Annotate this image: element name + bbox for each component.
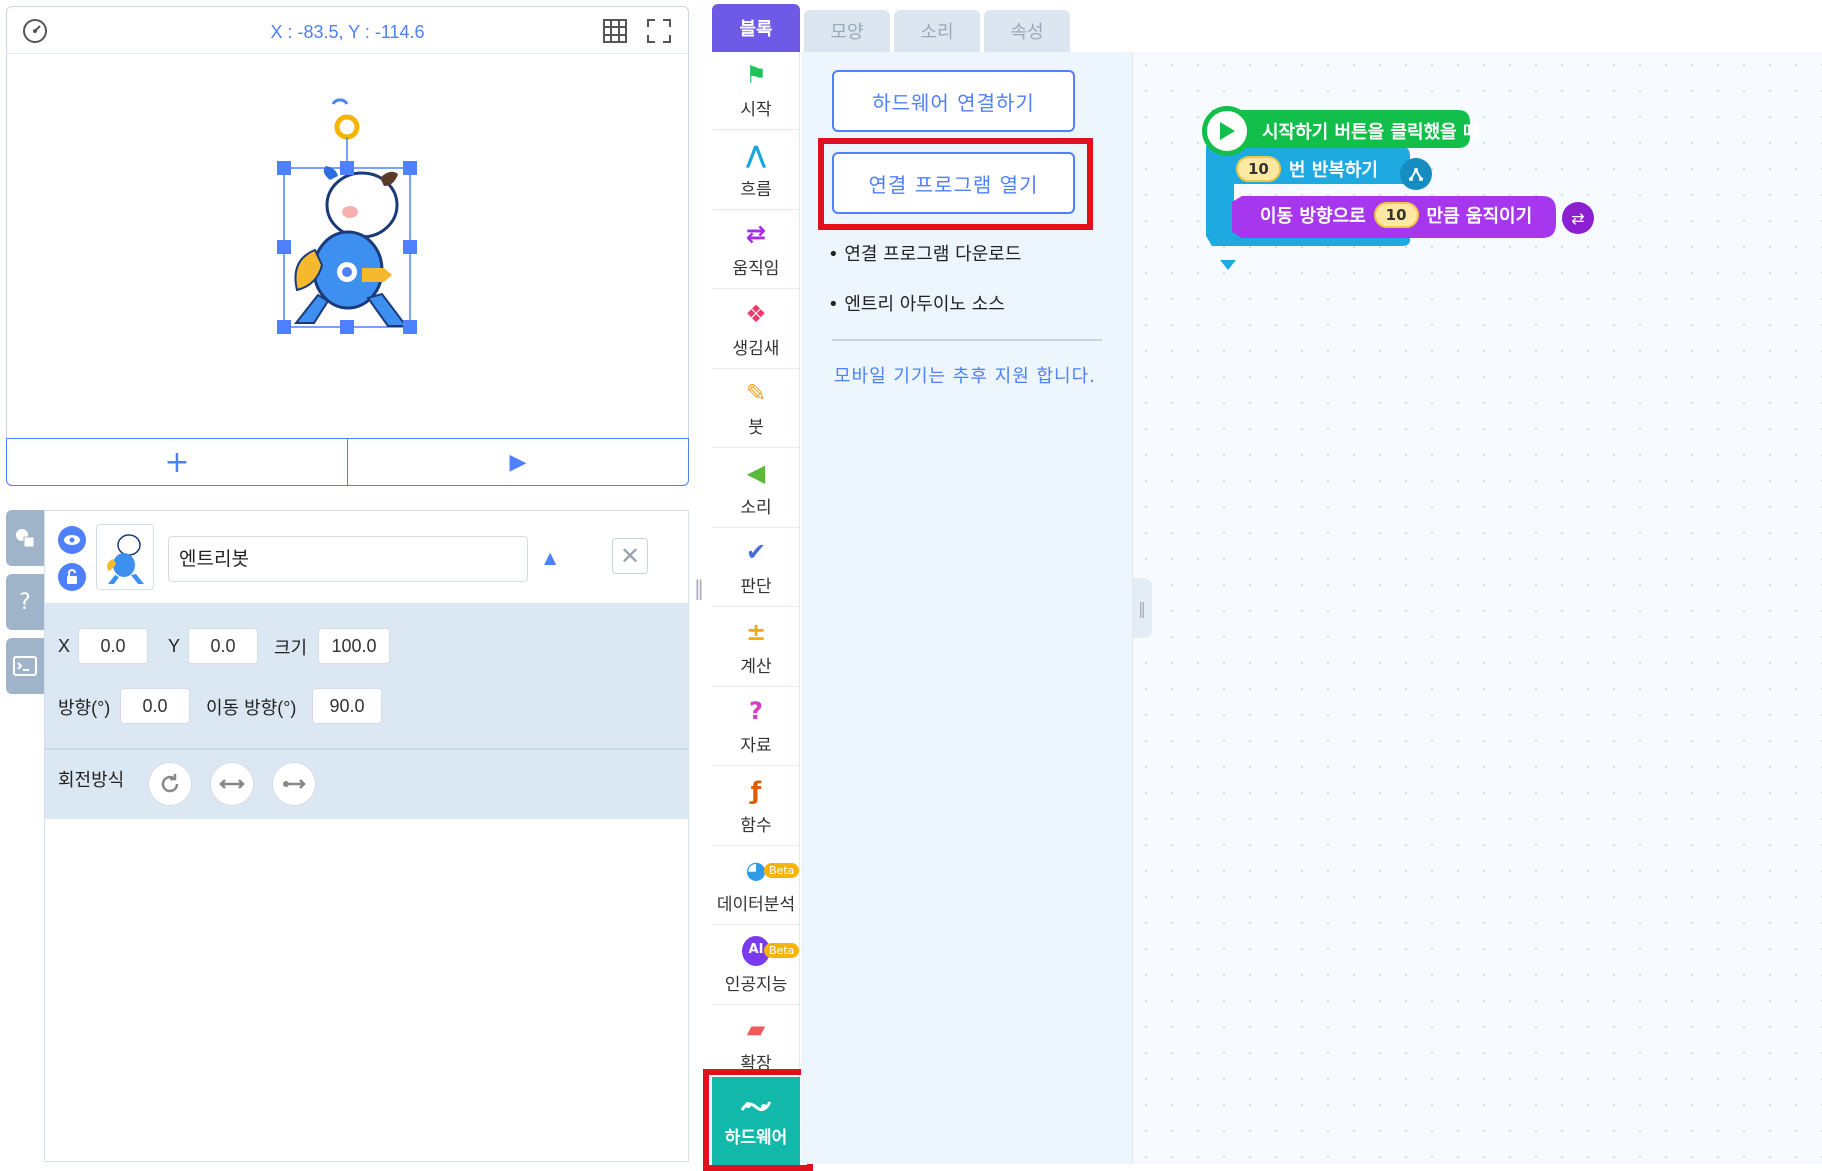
- mouse-coordinates: X : -83.5, Y : -114.6: [270, 22, 425, 42]
- arduino-source-link[interactable]: • 엔트리 아두이노 소스: [828, 290, 1005, 316]
- extension-icon: ▰: [746, 1015, 766, 1043]
- category-label: 함수: [740, 815, 772, 836]
- size-input[interactable]: 100.0: [318, 628, 390, 664]
- move-direction-label: 이동 방향(°): [206, 698, 297, 718]
- stage-button-bar: + ▶: [6, 438, 689, 486]
- help-tab[interactable]: ?: [6, 574, 44, 630]
- flow-icon: [1400, 158, 1432, 190]
- rotation-mode-label: 회전방식: [58, 770, 125, 790]
- category-pie-chart[interactable]: ◕ Beta 데이터분석: [712, 847, 800, 925]
- category-label: 생김새: [732, 338, 780, 359]
- move-block-prefix: 이동 방향으로: [1260, 206, 1366, 227]
- repeat-block[interactable]: 10 번 반복하기: [1236, 156, 1378, 182]
- beta-badge: Beta: [764, 942, 800, 958]
- category-label: 데이터분석: [716, 895, 796, 915]
- sound-icon: ◀: [746, 458, 766, 487]
- delete-object-button[interactable]: ✕: [612, 538, 648, 574]
- tab-properties[interactable]: 속성: [984, 10, 1070, 52]
- move-direction-input[interactable]: 90.0: [312, 688, 382, 724]
- object-thumbnail[interactable]: [96, 524, 154, 590]
- properties-divider: [45, 748, 688, 750]
- when-start-clicked-block[interactable]: 시작하기 버튼을 클릭했을 때: [1262, 118, 1480, 144]
- category-flag[interactable]: ⚑ 시작: [712, 52, 800, 130]
- repeat-count-input[interactable]: 10: [1236, 156, 1281, 182]
- x-label: X: [58, 636, 71, 656]
- category-label: 붓: [748, 418, 764, 438]
- category-ai[interactable]: AI Beta 인공지능: [712, 927, 800, 1005]
- size-label: 크기: [274, 638, 308, 658]
- move-icon: ⇄: [745, 220, 767, 248]
- category-label: 시작: [740, 100, 772, 120]
- category-label: 흐름: [740, 179, 772, 200]
- category-label: 판단: [740, 577, 772, 597]
- repeat-block-label: 번 반복하기: [1288, 160, 1378, 181]
- start-flag-button-icon: [1202, 106, 1252, 156]
- fullscreen-icon[interactable]: [644, 16, 674, 46]
- open-program-highlight-box: [818, 138, 1093, 230]
- move-block-suffix: 만큼 움직이기: [1426, 206, 1533, 227]
- palette-collapse-handle[interactable]: ‖: [1132, 578, 1152, 638]
- move-direction-block[interactable]: 이동 방향으로 10 만큼 움직이기: [1260, 202, 1532, 228]
- category-label: 계산: [740, 656, 772, 677]
- category-move[interactable]: ⇄ 움직임: [712, 211, 800, 289]
- x-input[interactable]: 0.0: [78, 628, 148, 664]
- download-program-link-label: 연결 프로그램 다운로드: [844, 244, 1022, 265]
- category-sound[interactable]: ◀ 소리: [712, 450, 800, 528]
- category-brush[interactable]: ✎ 붓: [712, 370, 800, 448]
- download-program-link[interactable]: • 연결 프로그램 다운로드: [828, 240, 1021, 266]
- mobile-support-note: 모바일 기기는 추후 지원 합니다.: [834, 366, 1096, 387]
- rotate-horizontal-button[interactable]: [210, 762, 254, 806]
- category-label: 자료: [740, 736, 772, 756]
- add-object-button[interactable]: +: [7, 439, 348, 485]
- category-check[interactable]: ✔ 판단: [712, 529, 800, 607]
- unlock-icon[interactable]: [58, 563, 86, 591]
- category-label: 인공지능: [724, 974, 788, 995]
- rotate-none-button[interactable]: [272, 762, 316, 806]
- direction-input[interactable]: 0.0: [120, 688, 190, 724]
- tab-blocks[interactable]: 블록: [712, 4, 800, 52]
- grid-icon[interactable]: [600, 16, 630, 46]
- move-icon: ⇄: [1562, 202, 1594, 234]
- y-input[interactable]: 0.0: [188, 628, 258, 664]
- object-side-tabs: ?: [6, 510, 44, 702]
- connect-hardware-button[interactable]: 하드웨어 연결하기: [832, 70, 1075, 132]
- question-icon: ?: [749, 697, 763, 725]
- visibility-eye-icon[interactable]: [58, 526, 86, 554]
- expand-up-icon[interactable]: ▲: [544, 548, 556, 567]
- arduino-source-link-label: 엔트리 아두이노 소스: [844, 294, 1005, 315]
- stage-header: X : -83.5, Y : -114.6: [6, 6, 689, 54]
- rotate-free-button[interactable]: [148, 762, 192, 806]
- y-label: Y: [168, 636, 181, 656]
- category-calc[interactable]: ± 계산: [712, 609, 800, 687]
- flow-icon: ⋀: [745, 140, 767, 169]
- beta-badge: Beta: [764, 863, 800, 878]
- check-icon: ✔: [745, 538, 767, 566]
- object-name-input[interactable]: 엔트리봇: [168, 536, 528, 582]
- category-looks[interactable]: ❖ 생김새: [712, 291, 800, 369]
- palette-divider: [832, 339, 1102, 341]
- looks-icon: ❖: [745, 299, 767, 328]
- category-question[interactable]: ? 자료: [712, 688, 800, 766]
- console-tab[interactable]: [6, 638, 44, 694]
- category-flow[interactable]: ⋀ 흐름: [712, 132, 800, 210]
- category-function[interactable]: ƒ 함수: [712, 768, 800, 846]
- script-stack[interactable]: 시작하기 버튼을 클릭했을 때 10 번 반복하기 이동 방향으로 10 만큼 …: [1202, 106, 1602, 272]
- tab-shapes[interactable]: 모양: [804, 10, 890, 52]
- run-button[interactable]: ▶: [348, 439, 688, 485]
- function-icon: ƒ: [750, 776, 762, 805]
- panel-resizer-handle[interactable]: ‖: [694, 576, 704, 600]
- category-label: 움직임: [732, 259, 780, 279]
- flag-icon: ⚑: [745, 61, 767, 89]
- stage-sprite-entrybot[interactable]: [270, 90, 430, 340]
- category-label: 소리: [740, 497, 772, 518]
- move-amount-input[interactable]: 10: [1373, 202, 1419, 228]
- tab-sounds[interactable]: 소리: [894, 10, 980, 52]
- hardware-highlight-box: [703, 1069, 813, 1171]
- object-list-tab[interactable]: [6, 510, 44, 566]
- brush-icon: ✎: [745, 379, 767, 407]
- calc-icon: ±: [745, 617, 767, 646]
- direction-label: 방향(°): [58, 698, 111, 718]
